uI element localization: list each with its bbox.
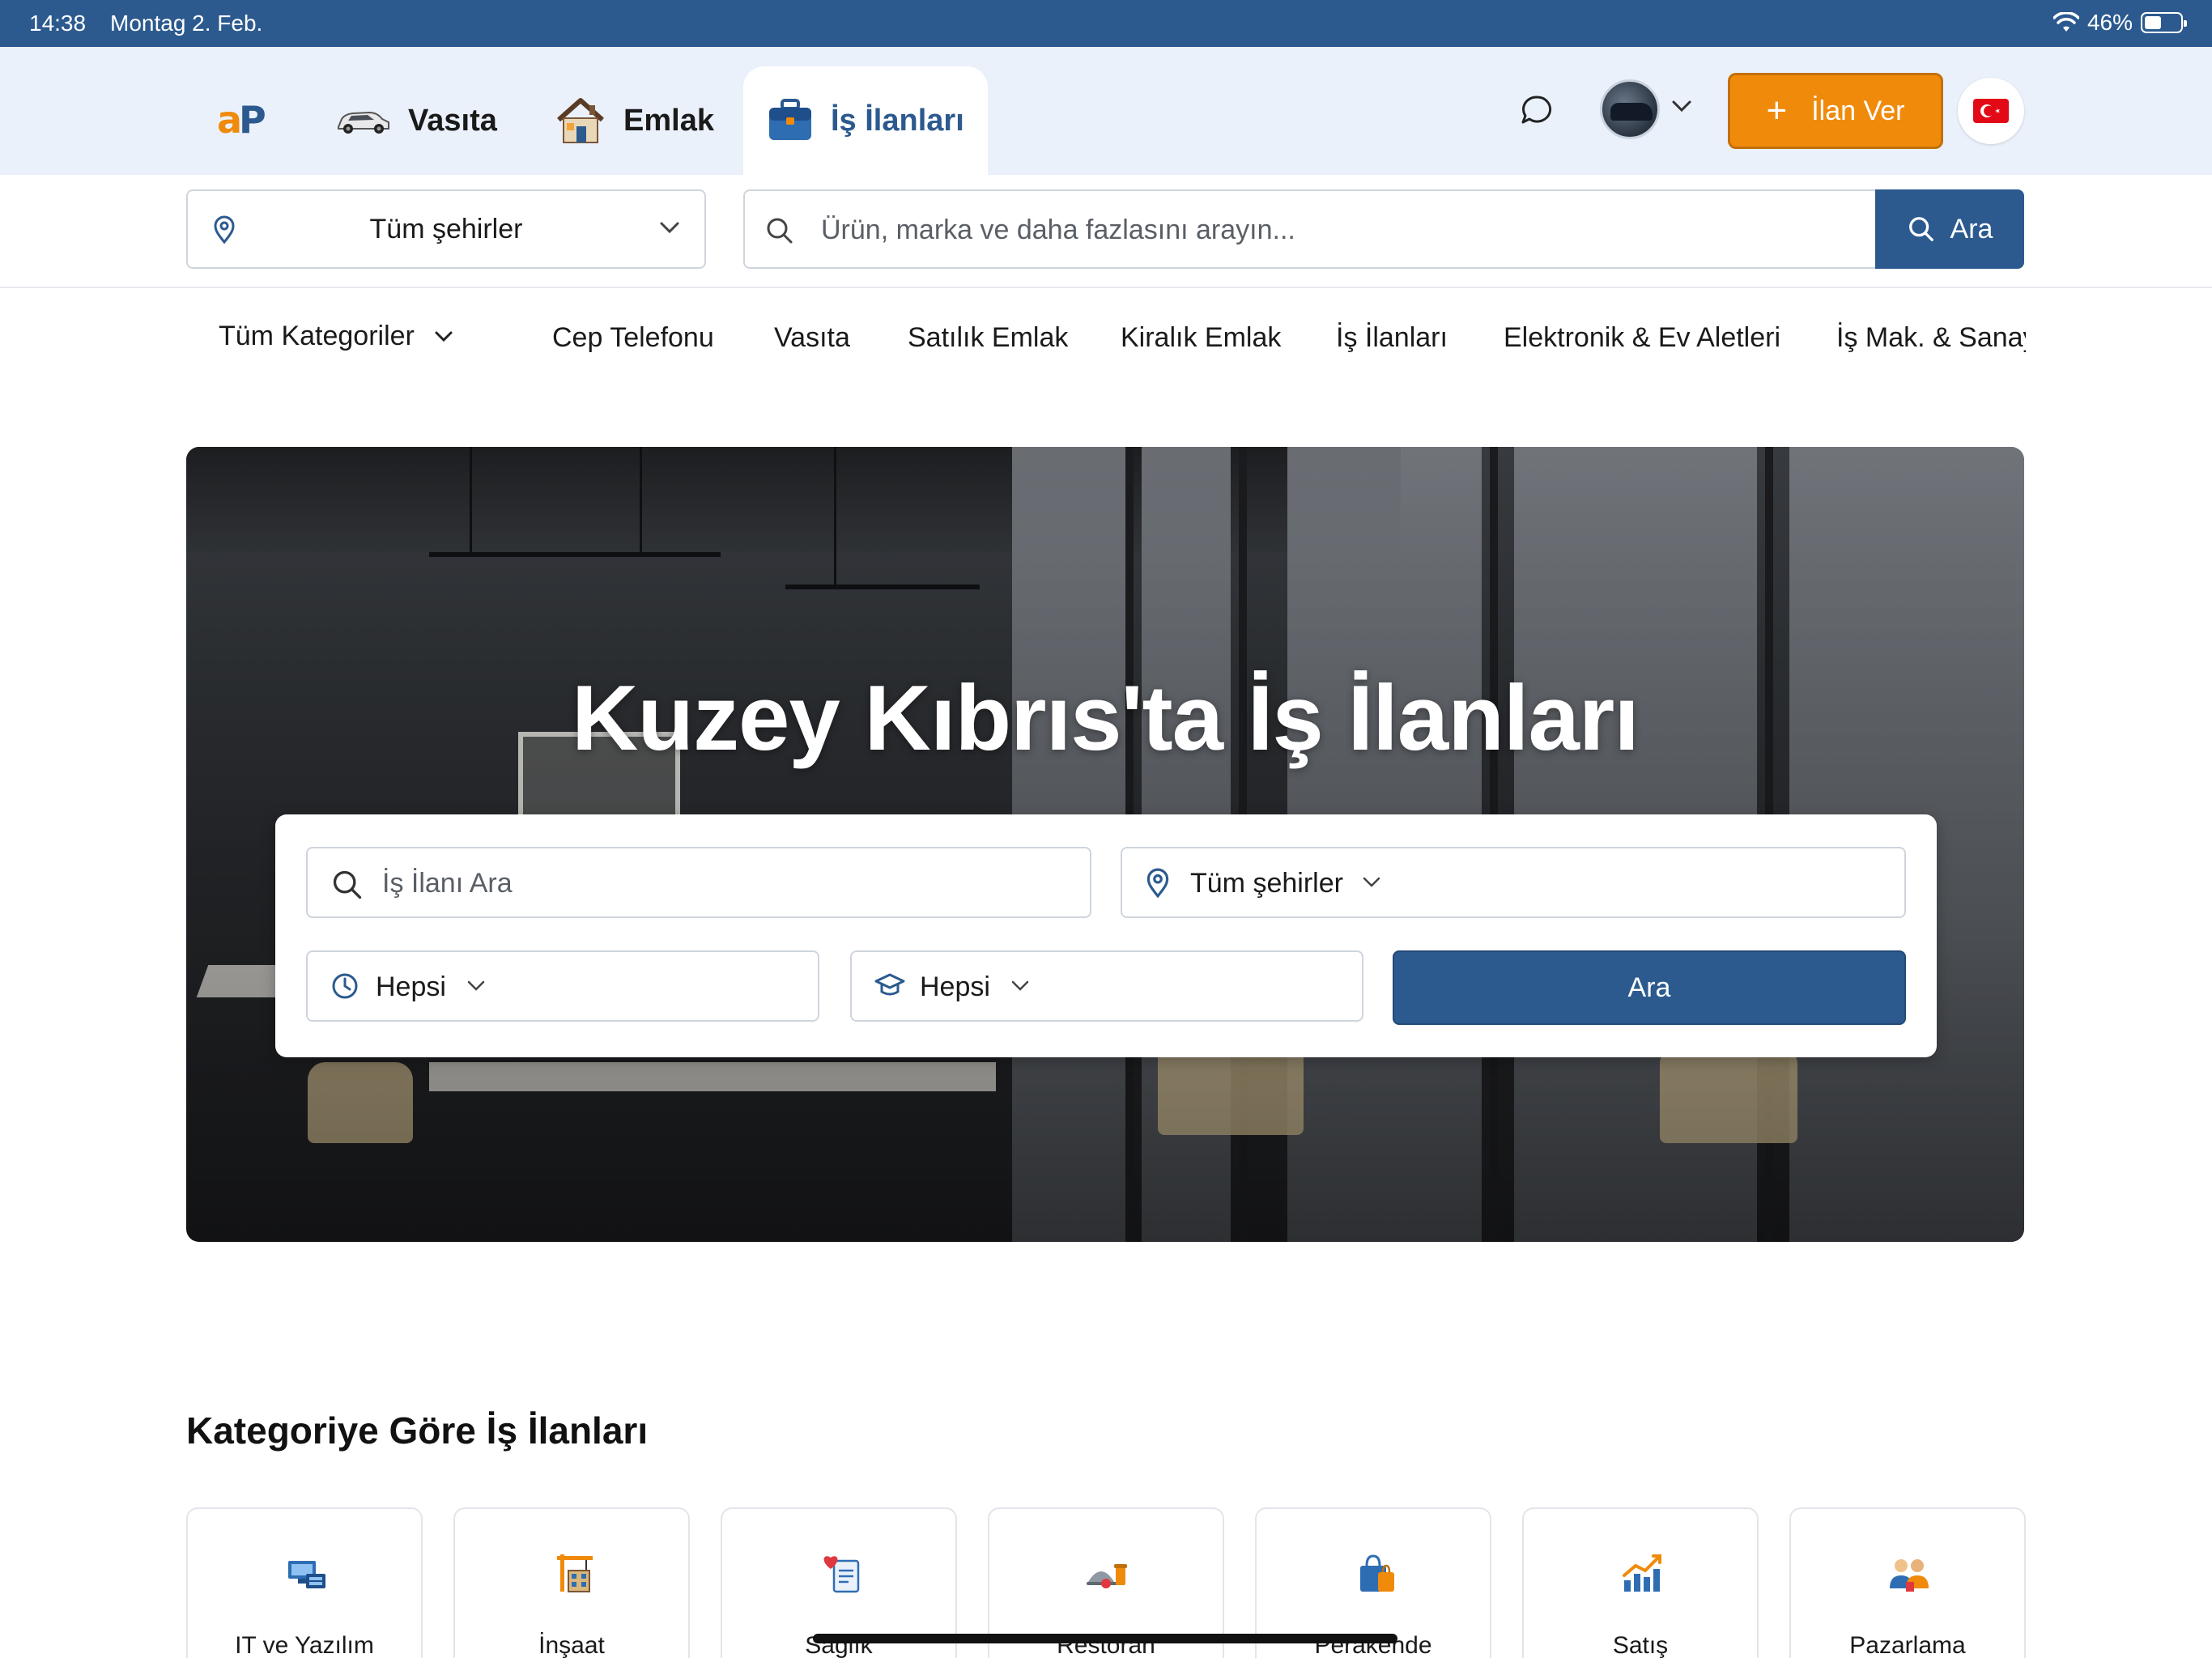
tab-is-ilanlari[interactable]: İş İlanları <box>743 66 988 175</box>
chevron-down-icon[interactable] <box>1671 99 1692 113</box>
battery-icon <box>2141 12 2187 33</box>
category-card-label: Satış <box>1612 1632 1669 1658</box>
post-ad-button[interactable]: + İlan Ver <box>1728 73 1943 149</box>
job-search-input[interactable]: İş İlanı Ara <box>306 847 1091 918</box>
status-date: Montag 2. Feb. <box>110 11 263 36</box>
search-button[interactable]: Ara <box>1875 189 2024 269</box>
all-categories-label: Tüm Kategoriler <box>219 321 415 351</box>
city-select[interactable]: Tüm şehirler <box>186 189 706 269</box>
tab-is-ilanlari-label: İş İlanları <box>831 103 964 138</box>
category-card-label: İnşaat <box>538 1632 605 1658</box>
home-indicator[interactable] <box>813 1634 1397 1643</box>
search-icon <box>333 870 362 899</box>
chat-icon[interactable] <box>1521 94 1553 126</box>
education-value: Hepsi <box>920 971 990 1002</box>
category-link[interactable]: Cep Telefonu <box>552 322 714 354</box>
job-search-form: İş İlanı Ara Tüm şehirler Hepsi Hepsi Ar… <box>275 814 1937 1057</box>
job-search-button-label: Ara <box>1627 971 1671 1003</box>
chevron-down-icon <box>1363 877 1380 887</box>
section-title: Kategoriye Göre İş İlanları <box>186 1409 649 1452</box>
construction-icon <box>557 1554 593 1592</box>
category-link[interactable]: Elektronik & Ev Aletleri <box>1504 322 1780 354</box>
status-time: 14:38 <box>29 11 87 36</box>
work-time-value: Hepsi <box>376 971 446 1002</box>
category-bar: Tüm Kategoriler Cep Telefonu Vasıta Satı… <box>219 314 2026 363</box>
wifi-icon <box>2052 12 2079 32</box>
category-card-it[interactable]: IT ve Yazılım <box>186 1507 423 1658</box>
category-link[interactable]: Satılık Emlak <box>908 322 1068 354</box>
search-button-label: Ara <box>1950 213 1993 244</box>
avatar[interactable] <box>1600 79 1660 139</box>
shopping-bag-icon <box>1360 1554 1394 1592</box>
site-logo[interactable]: aP <box>217 101 279 138</box>
all-categories-dropdown[interactable]: Tüm Kategoriler <box>219 321 453 352</box>
house-icon <box>557 98 604 143</box>
category-card-satis[interactable]: Satış <box>1522 1507 1759 1658</box>
marketing-people-icon <box>1890 1559 1929 1592</box>
category-link[interactable]: İş İlanları <box>1336 322 1448 354</box>
computer-icon <box>288 1561 325 1588</box>
sales-chart-icon <box>1623 1554 1661 1592</box>
category-link[interactable]: Vasıta <box>774 322 850 354</box>
post-ad-label: İlan Ver <box>1811 95 1905 126</box>
status-indicators: 46% <box>2052 10 2187 36</box>
category-link[interactable]: İş Mak. & Sanayi <box>1836 322 2026 354</box>
plus-icon: + <box>1766 91 1788 130</box>
search-input[interactable]: Ürün, marka ve daha fazlasını arayın... <box>743 189 1875 269</box>
search-placeholder: Ürün, marka ve daha fazlasını arayın... <box>821 215 1295 245</box>
category-card-pazarlama[interactable]: Pazarlama <box>1789 1507 2026 1658</box>
turkey-flag-icon <box>1973 99 2009 123</box>
language-flag-button[interactable] <box>1958 78 2024 144</box>
hero-title: Kuzey Kıbrıs'ta İş İlanları <box>572 667 1640 770</box>
job-search-button[interactable]: Ara <box>1393 950 1906 1025</box>
tab-vasita[interactable]: Vasıta <box>335 66 497 175</box>
work-time-select[interactable]: Hepsi <box>306 950 819 1022</box>
category-card-label: Pazarlama <box>1849 1632 1966 1658</box>
chevron-down-icon <box>660 222 679 234</box>
tab-emlak[interactable]: Emlak <box>554 66 714 175</box>
education-select[interactable]: Hepsi <box>850 950 1363 1022</box>
location-pin-icon <box>1146 868 1169 899</box>
chevron-down-icon <box>1011 980 1029 991</box>
city-select-value: Tüm şehirler <box>369 213 523 244</box>
chevron-down-icon <box>435 331 453 342</box>
clock-icon <box>332 973 358 999</box>
health-icon <box>823 1556 860 1593</box>
status-bar: 14:38 Montag 2. Feb. 46% <box>0 0 2212 47</box>
battery-percent: 46% <box>2087 10 2133 35</box>
top-navigation: aP Vasıta Emlak İş İlanları + İlan Ver <box>0 47 2212 175</box>
tab-vasita-label: Vasıta <box>408 103 497 138</box>
category-card-label: IT ve Yazılım <box>235 1632 374 1658</box>
briefcase-icon <box>769 99 811 140</box>
job-search-placeholder: İş İlanı Ara <box>382 868 513 899</box>
search-row: Tüm şehirler Ürün, marka ve daha fazlası… <box>0 175 2212 288</box>
job-city-value: Tüm şehirler <box>1190 868 1343 899</box>
chevron-down-icon <box>467 980 485 991</box>
car-icon <box>338 111 389 134</box>
search-icon <box>767 218 793 244</box>
tab-emlak-label: Emlak <box>623 103 714 138</box>
graduation-cap-icon <box>874 973 905 996</box>
job-city-select[interactable]: Tüm şehirler <box>1121 847 1906 918</box>
category-link[interactable]: Kiralık Emlak <box>1121 322 1281 354</box>
category-card-insaat[interactable]: İnşaat <box>453 1507 690 1658</box>
restaurant-icon <box>1087 1564 1127 1588</box>
search-icon <box>1908 217 1933 241</box>
